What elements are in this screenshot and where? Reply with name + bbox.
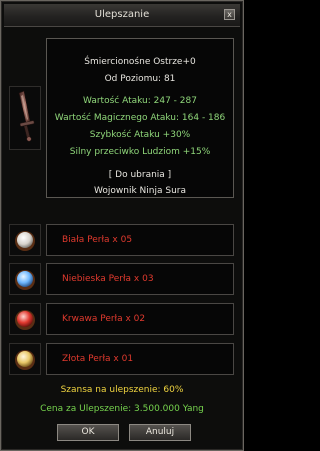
- material-row: Niebieska Perła x 03: [46, 263, 234, 295]
- stat-line: Wartość Ataku: 247 - 287: [83, 96, 197, 106]
- item-info-panel: Śmiercionośne Ostrze+0 Od Poziomu: 81 Wa…: [46, 38, 234, 198]
- equip-tag: [ Do ubrania ]: [108, 170, 172, 180]
- close-icon[interactable]: x: [224, 9, 235, 20]
- material-slot-gold-pearl[interactable]: [9, 343, 41, 375]
- cancel-button[interactable]: Anuluj: [129, 424, 191, 441]
- upgrade-chance: Szansa na ulepszenie: 60%: [60, 385, 184, 395]
- material-row: Krwawa Perła x 02: [46, 303, 234, 335]
- blood-pearl-icon: [15, 310, 35, 330]
- stat-line: Silny przeciwko Ludziom +15%: [69, 147, 211, 157]
- upgrade-window: Ulepszanie x Śmiercionośne Ostrze+0 Od P…: [0, 0, 244, 451]
- title-bar[interactable]: Ulepszanie x: [4, 4, 240, 27]
- white-pearl-icon: [15, 231, 35, 251]
- material-label: Niebieska Perła x 03: [62, 274, 154, 284]
- material-slot-blood-pearl[interactable]: [9, 303, 41, 335]
- material-label: Biała Perła x 05: [62, 235, 133, 245]
- upgrade-cost: Cena za Ulepszenie: 3.500.000 Yang: [40, 404, 204, 414]
- item-level: Od Poziomu: 81: [104, 74, 176, 84]
- material-slot-white-pearl[interactable]: [9, 224, 41, 256]
- gold-pearl-icon: [15, 350, 35, 370]
- window-title: Ulepszanie: [94, 9, 150, 20]
- blue-pearl-icon: [15, 270, 35, 290]
- stat-line: Szybkość Ataku +30%: [89, 130, 191, 140]
- item-name: Śmiercionośne Ostrze+0: [84, 57, 196, 67]
- material-row: Biała Perła x 05: [46, 224, 234, 256]
- item-classes: Wojownik Ninja Sura: [94, 186, 186, 196]
- material-row: Złota Perła x 01: [46, 343, 234, 375]
- item-slot[interactable]: [9, 86, 41, 150]
- material-slot-blue-pearl[interactable]: [9, 263, 41, 295]
- ok-button[interactable]: OK: [57, 424, 119, 441]
- stat-line: Wartość Magicznego Ataku: 164 - 186: [54, 113, 226, 123]
- sword-icon: [18, 90, 35, 142]
- material-label: Krwawa Perła x 02: [62, 314, 146, 324]
- material-label: Złota Perła x 01: [62, 354, 134, 364]
